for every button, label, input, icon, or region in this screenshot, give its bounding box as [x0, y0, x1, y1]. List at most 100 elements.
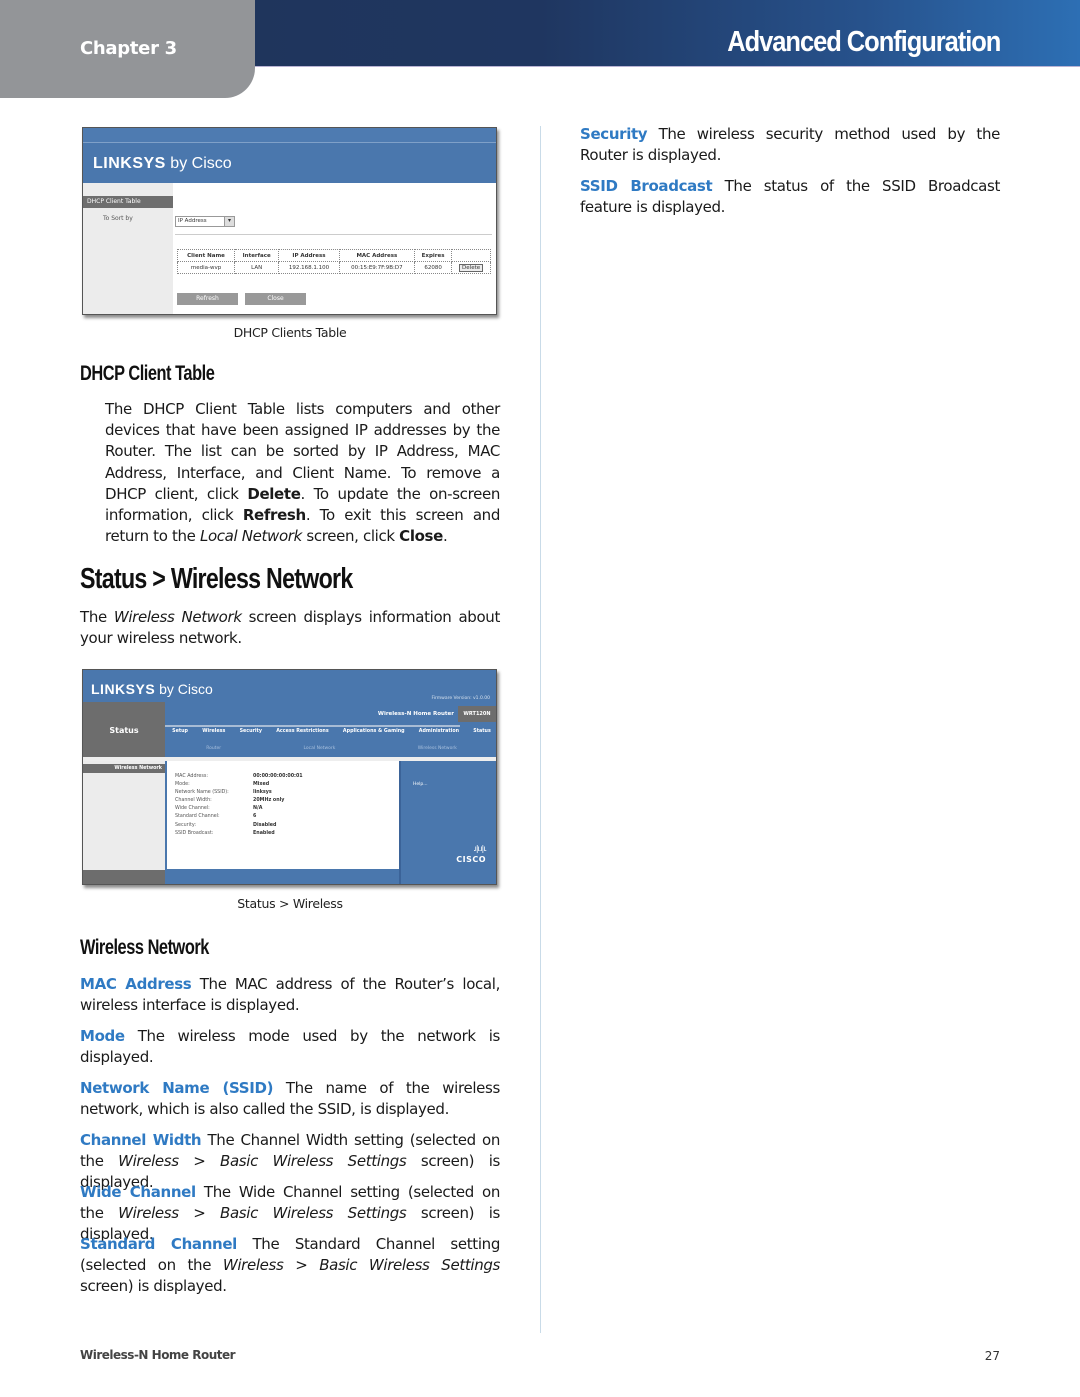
italic-term: Wireless > Basic Wireless Settings [118, 1152, 407, 1171]
sort-select[interactable]: IP Address ▾ [175, 216, 235, 227]
definition-mac-address: MAC Address The MAC address of the Route… [80, 974, 500, 1016]
table-cell: LAN [234, 261, 280, 274]
definition-security: Security The wireless security method us… [580, 124, 1000, 166]
delete-button[interactable]: Delete [459, 263, 484, 272]
dhcp-clients-table-screenshot: LINKSYS by Cisco DHCP Client Table To So… [82, 127, 497, 315]
bold-term: Close [399, 527, 443, 546]
linksys-logo: LINKSYS by Cisco [91, 681, 213, 697]
field-label: Wide Channel: [175, 806, 210, 812]
refresh-button[interactable]: Refresh [177, 293, 238, 305]
firmware-version: Firmware Version: v1.0.00 [431, 696, 490, 701]
left-nav [83, 761, 165, 870]
dhcp-description: The DHCP Client Table lists computers an… [105, 399, 500, 547]
bold-term: Delete [247, 484, 301, 503]
field-values: 00:00:00:00:00:01 Mixed linksys 20MHz only N… [253, 773, 303, 838]
section-heading-dhcp: DHCP Client Table [80, 362, 215, 385]
column-header: Expires [414, 249, 453, 262]
field-value: linksys [253, 790, 272, 796]
definition-ssid-broadcast: SSID Broadcast The status of the SSID Br… [580, 176, 1000, 218]
italic-term: Local Network [199, 527, 302, 546]
table-cell: 00:15:E9:7F:9B:D7 [338, 261, 416, 274]
table-cell: Delete [451, 261, 491, 274]
term-label: SSID Broadcast [580, 177, 713, 195]
column-header: Client Name [176, 249, 236, 262]
field-label: Mode: [175, 782, 190, 788]
field-value: Mixed [253, 782, 270, 788]
definition-mode: Mode The wireless mode used by the netwo… [80, 1026, 500, 1068]
divider [175, 234, 492, 235]
term-label: Security [580, 125, 648, 143]
main-tabs: Setup Wireless Security Access Restrictions… [165, 729, 496, 734]
field-label: Security: [175, 822, 196, 828]
text-run: screen, click [301, 527, 400, 546]
tab-access-restrictions[interactable]: Access Restrictions [276, 729, 329, 734]
italic-term: Wireless > Basic Wireless Settings [118, 1204, 407, 1223]
right-divider [399, 761, 401, 884]
status-label: Status [83, 702, 165, 758]
table-row: media-wvp LAN 192.168.1.100 00:15:E9:7F:9B:… [176, 261, 491, 274]
field-value: Enabled [253, 830, 275, 836]
subtab-wireless-network[interactable]: Wireless Network [418, 746, 457, 754]
text-run: The [80, 608, 114, 626]
bold-term: Refresh [242, 506, 306, 525]
subtab-router[interactable]: Router [206, 746, 221, 754]
tab-setup[interactable]: Setup [172, 729, 188, 734]
linksys-logo: LINKSYS by Cisco [93, 155, 232, 173]
dhcp-table: Client Name Interface IP Address MAC Addres… [176, 249, 491, 274]
text-run: The wireless mode used by the network is… [80, 1027, 500, 1067]
figure-caption: Status > Wireless [237, 896, 343, 911]
field-value: N/A [253, 806, 263, 812]
section-title: Advanced Configuration [726, 26, 1001, 58]
bottom-bar [83, 870, 165, 884]
logo-brand: LINKSYS [91, 681, 156, 697]
field-value: Disabled [253, 822, 277, 828]
logo-suffix: by Cisco [170, 155, 232, 172]
table-cell: media-wvp [176, 261, 236, 274]
field-label: SSID Broadcast: [175, 830, 214, 836]
italic-term: Wireless > Basic Wireless Settings [222, 1256, 501, 1275]
status-intro: The Wireless Network screen displays inf… [80, 607, 500, 649]
tab-applications-gaming[interactable]: Applications & Gaming [343, 729, 405, 734]
status-wireless-screenshot: LINKSYS by Cisco Firmware Version: v1.0.… [82, 669, 497, 885]
term-label: MAC Address [80, 975, 192, 993]
column-header [451, 249, 491, 262]
definition-standard-channel: Standard Channel The Standard Channel se… [80, 1234, 500, 1298]
chevron-down-icon: ▾ [224, 217, 234, 226]
tab-administration[interactable]: Administration [419, 729, 459, 734]
tab-status[interactable]: Status [473, 729, 491, 734]
model-number: WRT120N [458, 706, 496, 722]
column-header: MAC Address [338, 249, 416, 262]
close-button[interactable]: Close [245, 293, 306, 305]
field-label: Standard Channel: [175, 814, 220, 820]
tab-wireless[interactable]: Wireless [202, 729, 225, 734]
term-label: Mode [80, 1027, 125, 1045]
help-link[interactable]: Help... [413, 782, 428, 787]
sort-label: To Sort by [103, 215, 133, 222]
field-value: 00:00:00:00:00:01 [253, 774, 303, 779]
table-cell: 192.168.1.100 [278, 261, 340, 274]
term-label: Network Name (SSID) [80, 1079, 274, 1097]
text-run: screen) is displayed. [80, 1277, 227, 1296]
text-run: . [442, 527, 448, 546]
chapter-label: Chapter 3 [80, 38, 177, 59]
sort-value: IP Address [178, 218, 207, 224]
subtab-local-network[interactable]: Local Network [303, 746, 335, 754]
figure-caption: DHCP Clients Table [233, 325, 347, 340]
term-label: Wide Channel [80, 1183, 196, 1201]
cisco-logo: CISCO [456, 855, 486, 864]
field-value: 20MHz only [253, 798, 285, 804]
table-header-row: Client Name Interface IP Address MAC Addres… [176, 249, 491, 262]
term-label: Standard Channel [80, 1235, 237, 1253]
table-cell: 62080 [414, 261, 453, 274]
page-number: 27 [984, 1349, 1000, 1363]
field-label: MAC Address: [175, 774, 208, 779]
tab-security[interactable]: Security [240, 729, 262, 734]
product-name: Wireless-N Home Router [377, 711, 454, 717]
tab-line [165, 725, 460, 727]
field-labels: MAC Address: Mode: Network Name (SSID): Cha… [175, 773, 229, 838]
field-value: 6 [253, 814, 257, 820]
column-header: IP Address [278, 249, 340, 262]
sub-tabs: Router Local Network Wireless Network [165, 746, 496, 754]
nav-heading: Wireless Network [83, 764, 165, 773]
field-label: Channel Width: [175, 798, 212, 804]
